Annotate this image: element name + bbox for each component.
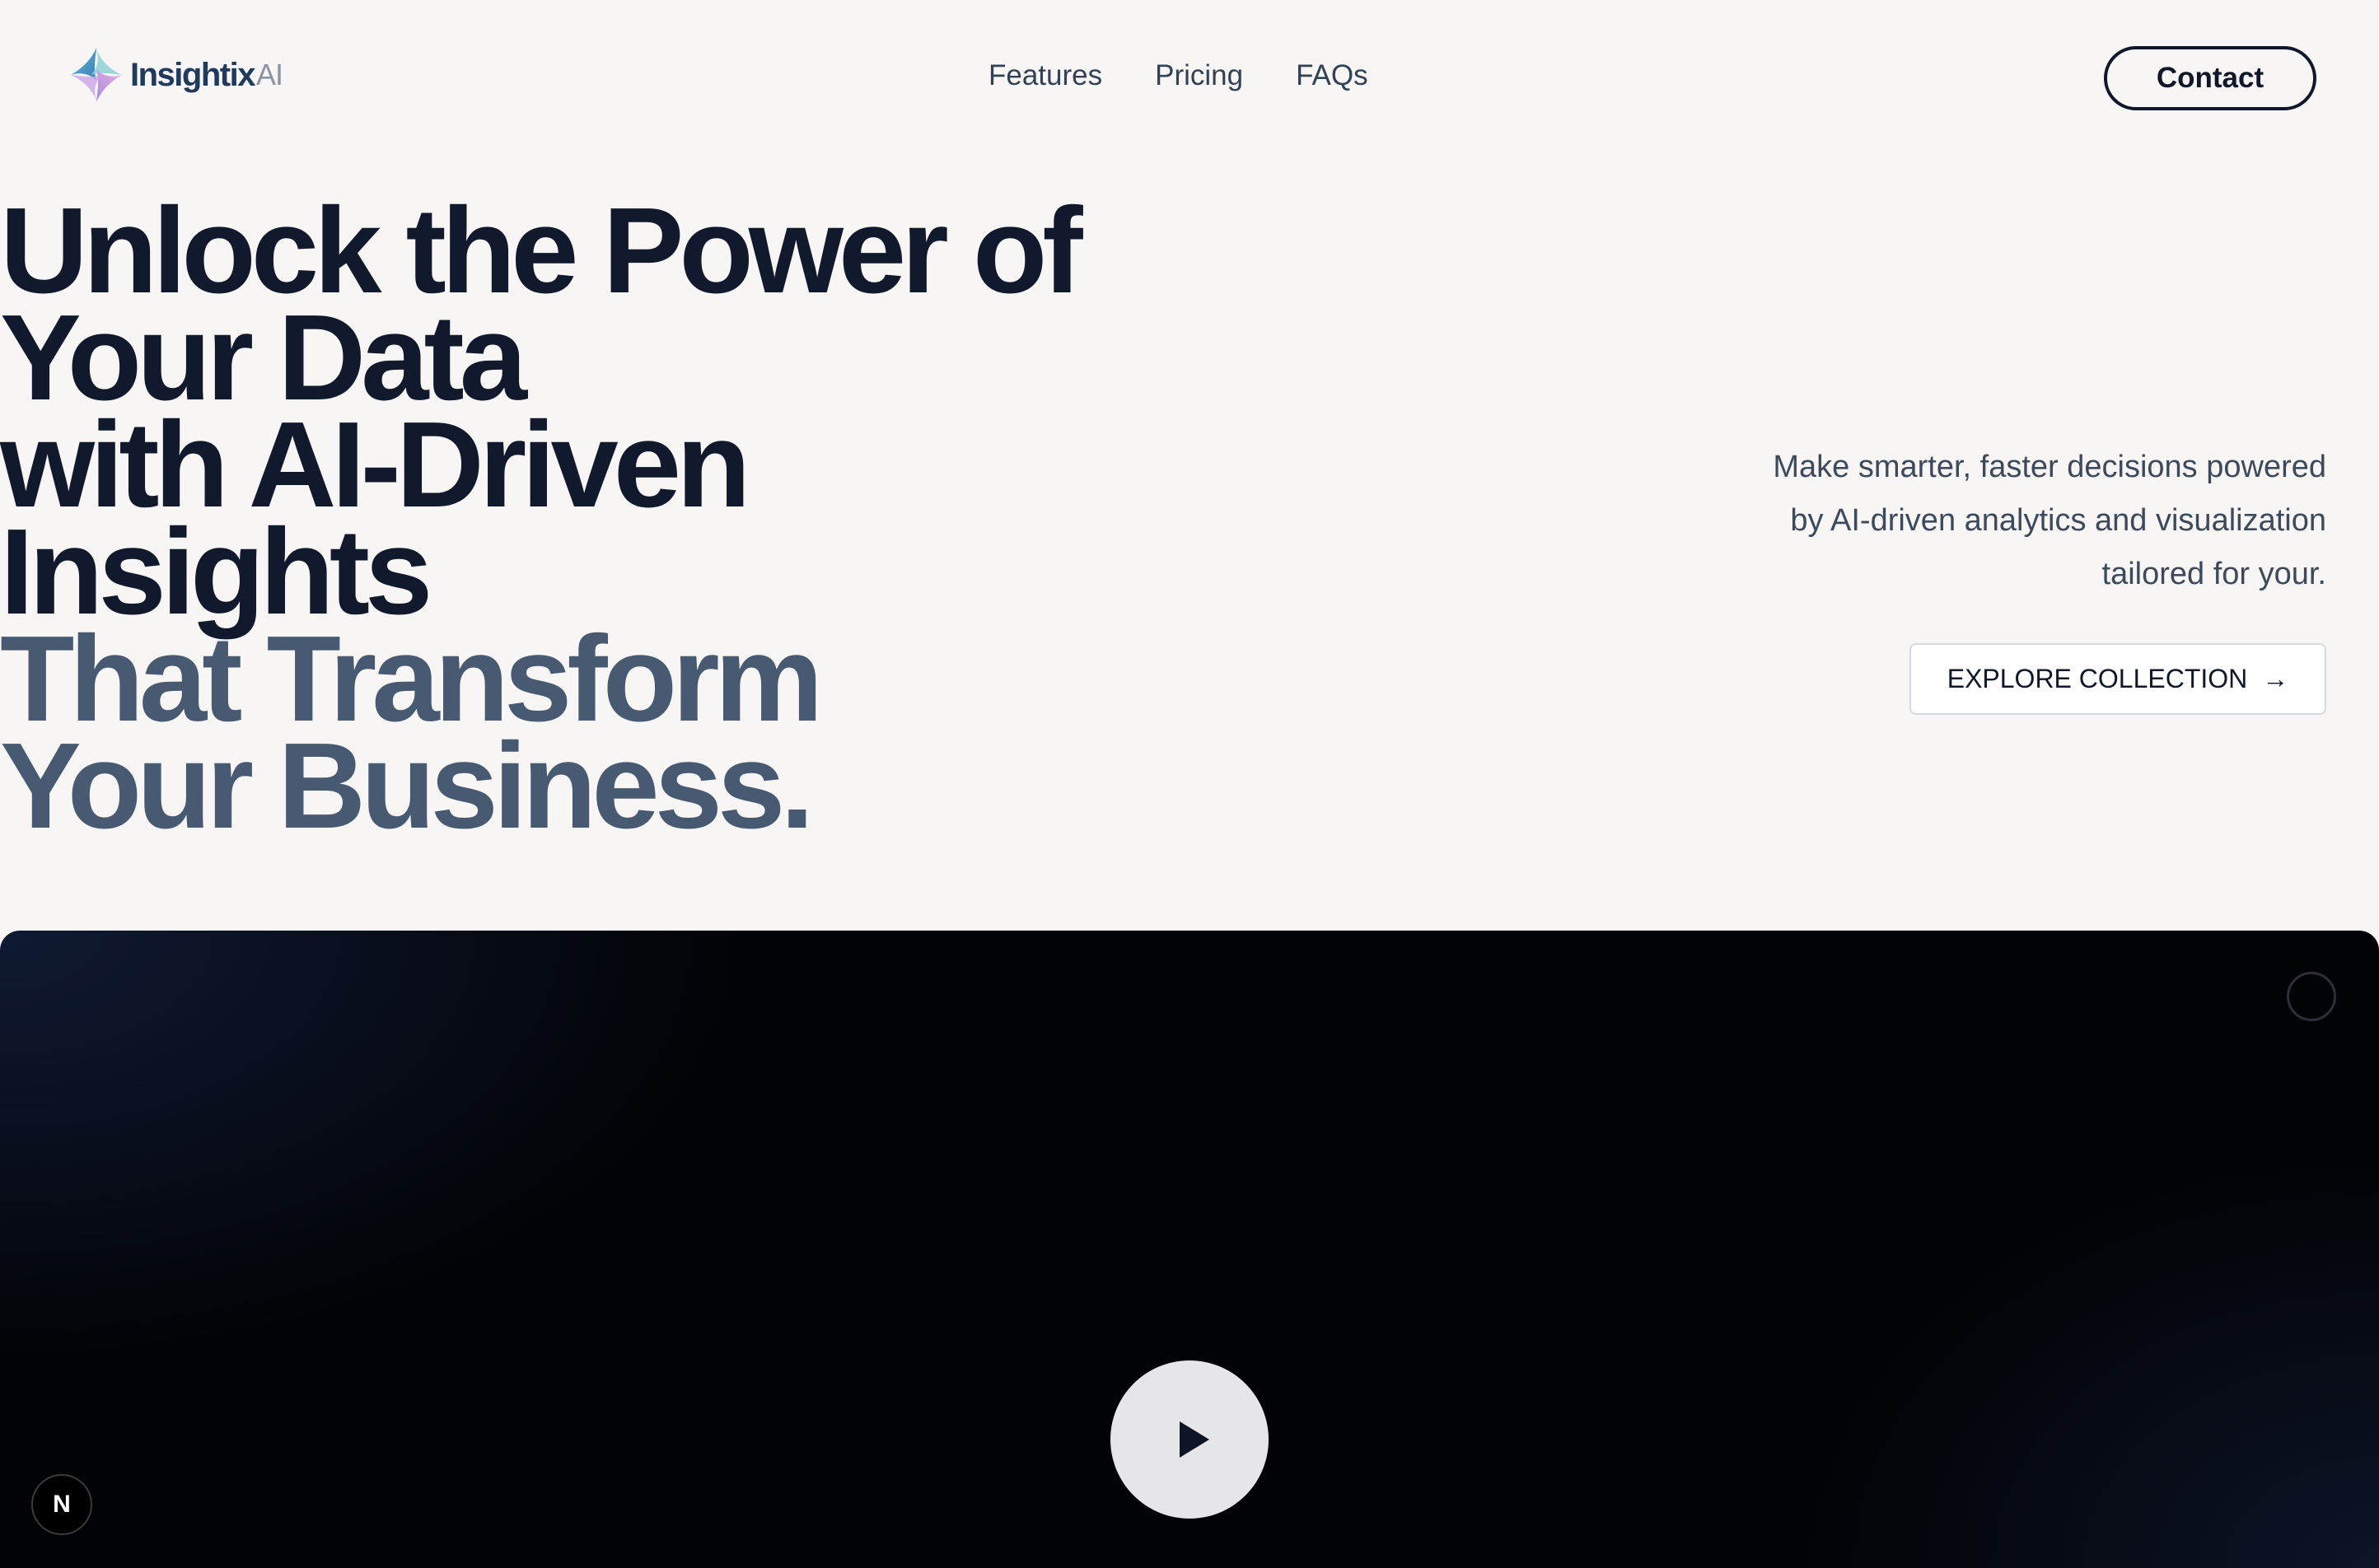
brand-logo[interactable]: Insightix AI bbox=[66, 41, 283, 109]
nav-link-features[interactable]: Features bbox=[989, 59, 1102, 92]
brand-name: Insightix bbox=[130, 56, 255, 93]
hero-title-line: Unlock the Power of bbox=[0, 183, 1083, 319]
hero-subtitle-line: That Transform bbox=[0, 611, 823, 747]
play-button[interactable] bbox=[1110, 1360, 1269, 1519]
n-badge[interactable]: N bbox=[31, 1474, 92, 1535]
video-panel bbox=[0, 931, 2379, 1568]
contact-button[interactable]: Contact bbox=[2104, 46, 2316, 110]
explore-collection-button[interactable]: EXPLORE COLLECTION → bbox=[1909, 643, 2326, 715]
hero-description: Make smarter, faster decisions powered b… bbox=[1773, 450, 2326, 591]
video-toggle-button[interactable] bbox=[2287, 972, 2336, 1021]
hero-title-line: with AI-Driven bbox=[0, 397, 750, 533]
hero-title-line: Your Data bbox=[0, 290, 527, 426]
nav-link-pricing[interactable]: Pricing bbox=[1155, 59, 1243, 92]
play-icon bbox=[1180, 1421, 1209, 1458]
arrow-right-icon: → bbox=[2262, 664, 2289, 693]
nav-link-faqs[interactable]: FAQs bbox=[1296, 59, 1368, 92]
insightix-logo-icon bbox=[71, 48, 122, 102]
hero-subtitle-line: Your Business. bbox=[0, 718, 814, 854]
brand-suffix: AI bbox=[255, 58, 283, 91]
main-nav: Features Pricing FAQs bbox=[989, 59, 1368, 92]
site-header: Insightix AI Features Pricing FAQs Conta… bbox=[0, 0, 2379, 156]
explore-collection-label: EXPLORE COLLECTION bbox=[1947, 664, 2248, 693]
hero-title-line: Insights bbox=[0, 504, 432, 640]
hero-heading: Unlock the Power of Your Data with AI-Dr… bbox=[0, 183, 1203, 854]
